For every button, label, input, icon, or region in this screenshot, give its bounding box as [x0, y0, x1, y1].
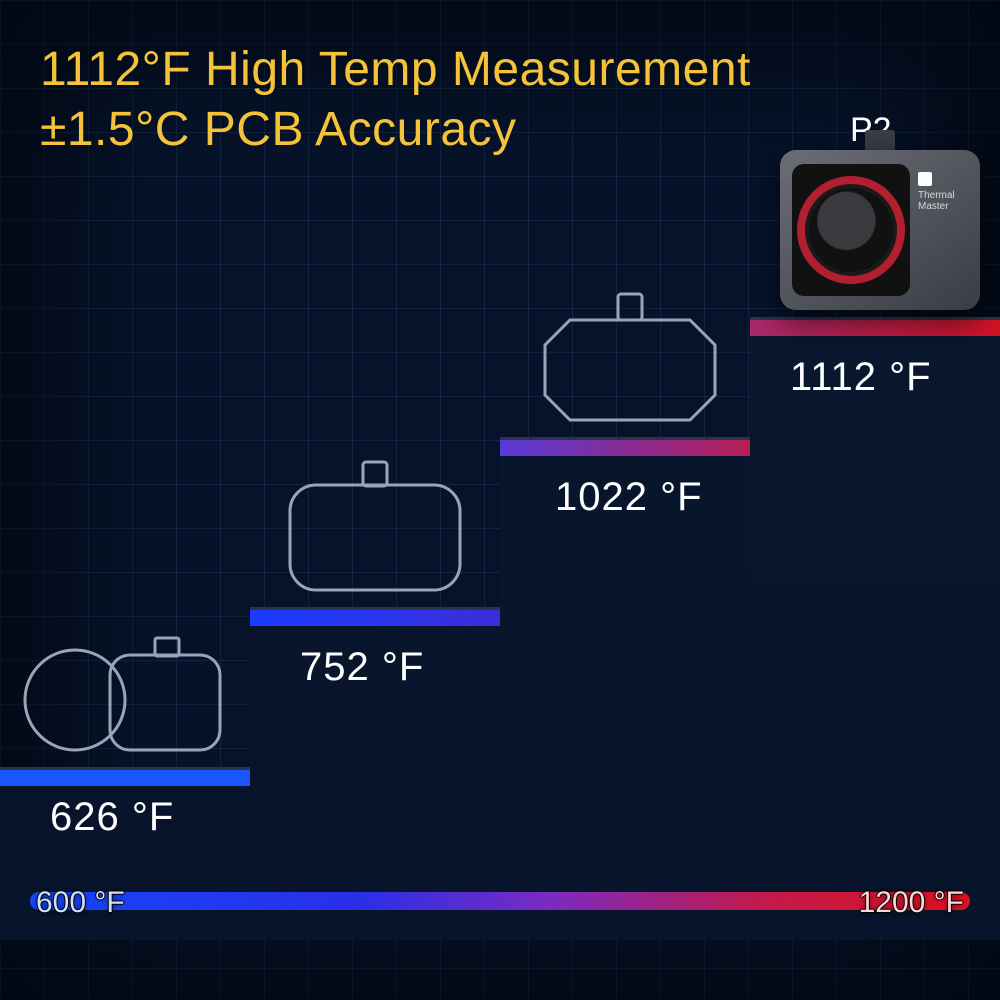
lens-ring-icon [797, 176, 905, 284]
step-4-bar [750, 317, 1000, 940]
brand-text: Thermal Master [918, 190, 955, 212]
step-1-value: 626 °F [50, 795, 174, 840]
brand-mark-icon [918, 172, 932, 186]
brand-label: Thermal Master [918, 172, 968, 212]
step-chart: 626 °F 752 °F 1022 °F 1112 °F P2 [0, 160, 1000, 940]
camera-outline-icon [275, 450, 475, 600]
headline-line2: ±1.5°C PCB Accuracy [40, 103, 517, 156]
step-3-value: 1022 °F [555, 475, 703, 520]
temperature-scale: 600 °F 1200 °F [30, 882, 970, 940]
camera-outline-icon [530, 280, 730, 430]
headline-line1: 1112°F High Temp Measurement [40, 43, 751, 96]
step-3-fill [500, 440, 750, 456]
step-2-fill [250, 610, 500, 626]
usb-c-plug-icon [865, 130, 895, 152]
p2-product-icon: Thermal Master [780, 150, 980, 310]
lens-plate-icon [792, 164, 910, 296]
scale-min-label: 600 °F [36, 886, 125, 920]
step-4-fill [750, 320, 1000, 336]
step-1-fill [0, 770, 250, 786]
camera-body-icon: Thermal Master [780, 150, 980, 310]
scale-gradient-bar [30, 892, 970, 910]
headline: 1112°F High Temp Measurement ±1.5°C PCB … [40, 40, 960, 160]
camera-outline-icon [20, 620, 230, 760]
scale-max-label: 1200 °F [859, 886, 964, 920]
step-4-value: 1112 °F [790, 355, 932, 400]
step-2-value: 752 °F [300, 645, 424, 690]
chart-stage: 1112°F High Temp Measurement ±1.5°C PCB … [0, 0, 1000, 1000]
